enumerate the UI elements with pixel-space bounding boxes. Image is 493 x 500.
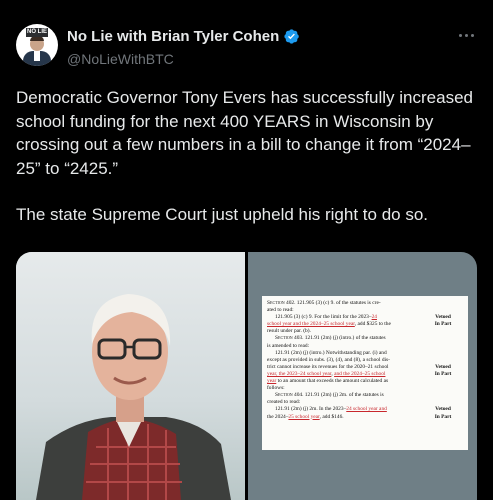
tweet-paragraph-1: Democratic Governor Tony Evers has succe… [16, 88, 473, 178]
vetoed-label: Vetoed [427, 314, 459, 320]
section-text: 121.905 (3) (c) 9. of the statutes is cr… [295, 300, 381, 306]
section-text: except as provided in subs. (3), (4), an… [267, 356, 390, 363]
tweet-body: Democratic Governor Tony Evers has succe… [16, 86, 478, 227]
sec403-line-6: year, the 2023–24 school year, and the 2… [267, 371, 464, 378]
section-text: 121.91 (2m) (j) (intro.) of the statutes [303, 335, 386, 342]
author-name-row[interactable]: No Lie with Brian Tyler Cohen [67, 28, 300, 45]
bill-document-photo[interactable]: Section 402. 121.905 (3) (c) 9. of the s… [248, 252, 477, 500]
section-text: 121.91 (2m) (j) 2m. In the 2023– [275, 406, 347, 413]
section-text: is amended to read: [267, 342, 310, 349]
portrait-illustration [36, 294, 231, 500]
vetoed-word: Vetoed [435, 314, 451, 321]
section-text: to an amount that exceeds the amount cal… [276, 378, 389, 385]
inserted-text: and the 2024–25 school [334, 370, 386, 377]
author-name[interactable]: No Lie with Brian Tyler Cohen [67, 28, 279, 45]
section-404-heading: Section 404. [275, 392, 304, 399]
section-403-heading: Section 403. [275, 335, 304, 342]
inserted-text: year, the 2023–24 school year [267, 370, 332, 377]
inserted-text: year [267, 378, 277, 385]
vetoed-label: Vetoed [435, 363, 451, 370]
sec403-line-7: year to an amount that exceeds the amoun… [267, 378, 464, 385]
vetoed-label: Vetoed [435, 406, 451, 413]
inserted-text: 24 [371, 314, 377, 321]
avatar-badge: NO LIE [26, 28, 48, 37]
portrait-photo[interactable] [16, 252, 245, 500]
section-text: , add $146. [319, 413, 344, 420]
section-402-heading: Section 402. [267, 300, 296, 306]
inserted-text: 24 school year and [346, 406, 387, 413]
sec403-line-2: is amended to read: [267, 343, 464, 350]
section-text: 121.91 (2m) (j) (intro.) Notwithstanding… [275, 349, 387, 356]
section-text: , add $325 to the [354, 321, 391, 328]
section-text: trict cannot increase its revenues for t… [267, 363, 389, 370]
in-part-label: In Part [434, 321, 452, 328]
sec403-line-1: Section 403. 121.91 (2m) (j) (intro.) of… [267, 335, 464, 342]
sec403-line-3: 121.91 (2m) (j) (intro.) Notwithstanding… [267, 350, 464, 357]
in-part-label: In Part [434, 413, 452, 420]
author-handle[interactable]: @NoLieWithBTC [67, 51, 174, 67]
avatar-shirt [34, 51, 40, 61]
sec403-line-4: except as provided in subs. (3), (4), an… [267, 357, 464, 364]
sec403-line-5: trict cannot increase its revenues for t… [267, 364, 464, 371]
sec402-line-1: Section 402. 121.905 (3) (c) 9. of the s… [267, 300, 464, 307]
inserted-text: 25 school year [288, 413, 320, 420]
sec404-line-3: 121.91 (2m) (j) 2m. In the 2023–24 schoo… [267, 406, 464, 413]
avatar[interactable]: NO LIE [16, 24, 58, 66]
media-grid: Section 402. 121.905 (3) (c) 9. of the s… [16, 252, 477, 500]
section-text: the 2024– [267, 413, 289, 420]
more-options-icon[interactable] [455, 28, 477, 42]
sec404-line-1: Section 404. 121.91 (2m) (j) 2m. of the … [267, 392, 464, 399]
inserted-text: school year and the 2024–25 school year [267, 321, 355, 328]
sec404-line-4: the 2024–25 school year, add $146. In Par… [267, 414, 464, 421]
section-text: 121.91 (2m) (j) 2m. of the statutes is [303, 392, 384, 399]
in-part-label: In Part [434, 370, 452, 377]
tweet-paragraph-2: The state Supreme Court just upheld his … [16, 205, 429, 224]
section-text: 121.905 (3) (c) 9. For the limit for the… [275, 314, 372, 321]
tweet-header: NO LIE No Lie with Brian Tyler Cohen @No… [16, 24, 477, 74]
bill-page: Section 402. 121.905 (3) (c) 9. of the s… [262, 296, 468, 450]
verified-badge-icon [284, 29, 300, 44]
